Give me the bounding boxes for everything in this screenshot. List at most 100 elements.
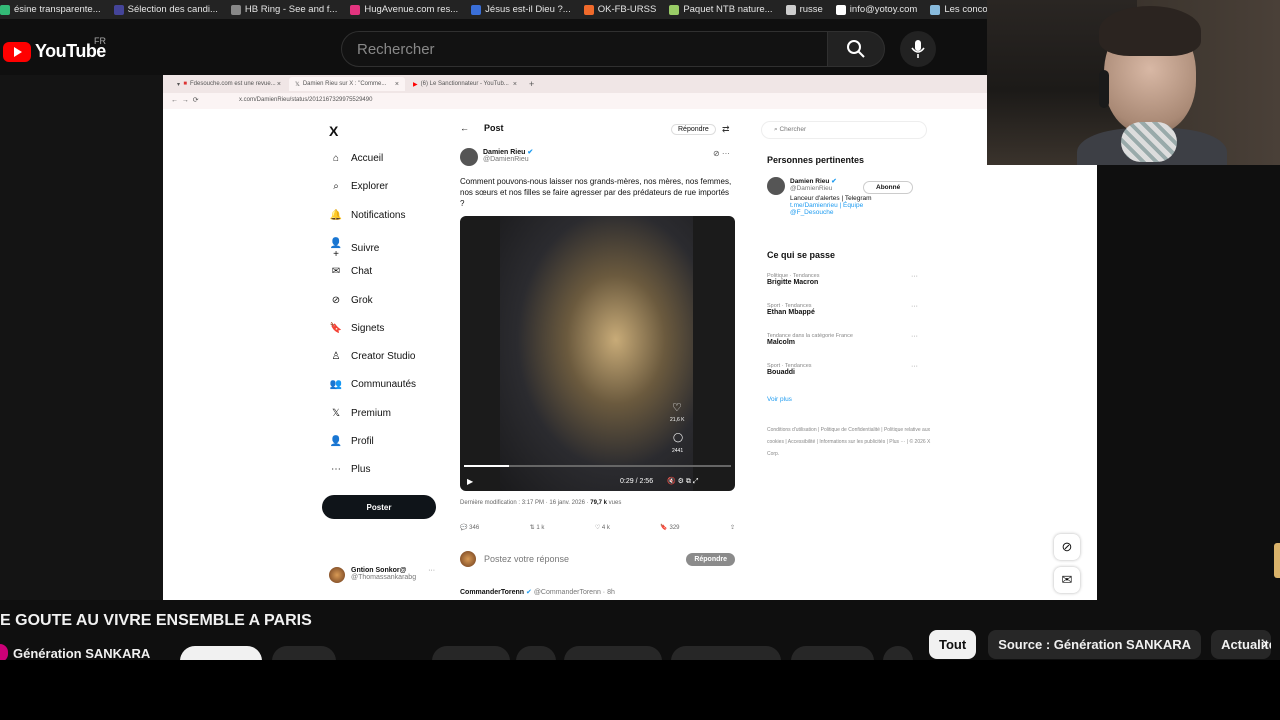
nav-item[interactable]: ✉ Chat	[329, 266, 372, 277]
trend-item[interactable]: Sport · Tendances Bouaddi ···	[767, 363, 918, 376]
share-button[interactable]	[564, 646, 662, 660]
nav-item[interactable]: 👥 Communautés	[329, 379, 416, 390]
reply-composer[interactable]: Postez votre réponse Répondre	[460, 547, 735, 571]
post-author[interactable]: Damien Rieu ✔ @DamienRieu	[460, 148, 533, 166]
volume-settings-fullscreen-icons[interactable]: 🔇 ⚙ ⧉ ⤢	[667, 477, 698, 486]
voice-search-button[interactable]	[900, 31, 936, 67]
bookmark-favicon-icon	[930, 4, 941, 15]
x-logo[interactable]: X	[329, 123, 338, 139]
more-button[interactable]	[883, 646, 913, 660]
avatar	[767, 177, 785, 195]
bookmark-favicon-icon	[583, 4, 594, 15]
play-icon[interactable]: ▶	[467, 477, 473, 486]
more-icon[interactable]: ···	[911, 303, 918, 310]
search-button[interactable]	[827, 31, 885, 67]
filter-icon[interactable]: ⇄	[722, 124, 730, 135]
search-icon: ⌕	[333, 181, 339, 193]
youtube-logo[interactable]: YouTube FR	[3, 36, 106, 62]
nav-item[interactable]: 🔔 Notifications	[329, 210, 406, 221]
grok-float-icon[interactable]: ⊘	[1054, 534, 1080, 560]
grok-icon[interactable]: ⊘ ···	[713, 149, 730, 158]
show-more-link[interactable]: Voir plus	[767, 396, 792, 403]
new-tab-icon[interactable]: +	[529, 79, 534, 89]
nav-arrows-icon[interactable]: ← → ⟳	[171, 96, 199, 104]
nav-item[interactable]: 👤 Profil	[329, 436, 374, 447]
share-icon[interactable]: ⇪	[730, 524, 735, 531]
bookmark-favicon-icon	[230, 4, 241, 15]
bookmark-item[interactable]: Jésus est-il Dieu ?...	[471, 4, 571, 15]
chip-all[interactable]: Tout	[929, 630, 977, 659]
browser-tab-active[interactable]: 𝕏 Damien Rieu sur X : "Comme... ×	[289, 77, 405, 91]
bookmark-item[interactable]: ésine transparente...	[0, 4, 101, 15]
verified-icon: ✔	[527, 149, 534, 156]
headset-icon	[1099, 70, 1109, 108]
notifications-button[interactable]	[272, 646, 336, 660]
bookmark-item[interactable]: HB Ring - See and f...	[230, 4, 337, 15]
more-icon[interactable]: ···	[911, 333, 918, 340]
heart-icon[interactable]: ♡	[672, 401, 682, 414]
more-icon[interactable]: ···	[911, 273, 918, 280]
nav-item[interactable]: ⌂ Accueil	[329, 153, 383, 164]
bookmark-item[interactable]: OK-FB-URSS	[583, 4, 656, 15]
next-reply[interactable]: CommanderTorenn ✔ @CommanderTorenn · 8h	[460, 588, 615, 596]
like-button[interactable]	[432, 646, 510, 660]
relevant-person[interactable]: Damien Rieu ✔ @DamienRieu Lanceur d'alert…	[767, 177, 872, 216]
bookmark-item[interactable]: Sélection des candi...	[113, 4, 218, 15]
chevron-right-icon[interactable]: ›	[1262, 635, 1267, 653]
back-arrow-icon[interactable]: ←	[460, 123, 469, 133]
save-button[interactable]	[671, 646, 781, 660]
bookmark-item[interactable]: Les concours d'aute...	[930, 4, 987, 15]
trend-item[interactable]: Sport · Tendances Ethan Mbappé ···	[767, 303, 918, 316]
account-switcher[interactable]: Gntion Sonkor@ @Thomassankarabg ···	[329, 567, 435, 583]
thanks-button[interactable]	[791, 646, 874, 660]
bookmark-count[interactable]: 🔖 329	[660, 524, 679, 531]
chip-source[interactable]: Source : Génération SANKARA	[988, 630, 1202, 659]
bookmark-item[interactable]: info@yotoy.com	[835, 4, 917, 15]
messages-icon[interactable]: ✉	[1054, 567, 1080, 593]
microphone-icon	[911, 40, 925, 58]
video-player[interactable]: ▾ ■ Fdesouche.com est une revue... × 𝕏 Dami…	[163, 75, 1097, 600]
webcam-person-scarf	[1121, 122, 1177, 162]
nav-item[interactable]: ⋯ Plus	[329, 464, 370, 475]
reply-top-button[interactable]: Répondre	[671, 124, 716, 135]
x-footer-links[interactable]: Conditions d'utilisation | Politique de …	[767, 424, 932, 460]
bookmark-item[interactable]: russe	[785, 4, 823, 15]
youtube-header: YouTube FR Rechercher	[0, 19, 987, 75]
communities-icon: 👥	[329, 379, 343, 391]
dislike-button[interactable]	[516, 646, 556, 660]
close-icon[interactable]: ×	[277, 81, 281, 88]
follow-button[interactable]: Abonné	[863, 181, 914, 194]
close-icon[interactable]: ×	[513, 81, 517, 88]
video-comments: 2441	[672, 448, 684, 454]
trend-item[interactable]: Tendance dans la catégorie France Malcolm…	[767, 333, 918, 346]
post-button[interactable]: Poster	[322, 495, 436, 519]
nav-item[interactable]: 𝕏 Premium	[329, 408, 391, 419]
like-count[interactable]: ♡ 4 k	[595, 524, 610, 531]
bookmark-item[interactable]: HugAvenue.com res...	[350, 4, 458, 15]
browser-tab[interactable]: ▶ (6) Le Sanctionnateur - YouTub... ×	[407, 77, 523, 91]
video-time: 0:29 / 2:56	[620, 478, 654, 485]
address-bar[interactable]: ← → ⟳ x.com/DamienRieu/status/2012167329…	[163, 93, 1097, 109]
x-search-input[interactable]: ⌕ Chercher	[761, 121, 927, 139]
nav-item[interactable]: 🔖 Signets	[329, 323, 385, 334]
close-icon[interactable]: ×	[395, 81, 399, 88]
search-input[interactable]: Rechercher	[341, 31, 828, 67]
bookmark-item[interactable]: Paquet NTB nature...	[669, 4, 773, 15]
repost-count[interactable]: ⇅ 1 k	[530, 524, 545, 531]
nav-item[interactable]: ⌕ Explorer	[329, 181, 388, 192]
nav-item[interactable]: 👤+ Suivre	[329, 238, 380, 260]
video-left-border	[0, 75, 163, 600]
side-thumbnail-edge[interactable]	[1274, 543, 1280, 578]
more-icon[interactable]: ···	[428, 567, 435, 583]
subscribe-button[interactable]	[180, 646, 262, 660]
post-video[interactable]: ♡ 21,6 K ◯ 2441 ▶ 0:29 / 2:56 🔇 ⚙ ⧉ ⤢	[460, 216, 735, 491]
nav-item[interactable]: ⊘ Grok	[329, 295, 373, 306]
reply-button[interactable]: Répondre	[686, 552, 735, 566]
nav-item[interactable]: ♙ Creator Studio	[329, 351, 416, 362]
trend-item[interactable]: Politique · Tendances Brigitte Macron ···	[767, 273, 918, 286]
comment-icon[interactable]: ◯	[673, 432, 683, 443]
reply-count[interactable]: 💬 346	[460, 524, 479, 531]
browser-tab[interactable]: ▾ ■ Fdesouche.com est une revue... ×	[171, 77, 287, 91]
more-icon[interactable]: ···	[911, 363, 918, 370]
reply-input[interactable]: Postez votre réponse	[484, 554, 569, 564]
